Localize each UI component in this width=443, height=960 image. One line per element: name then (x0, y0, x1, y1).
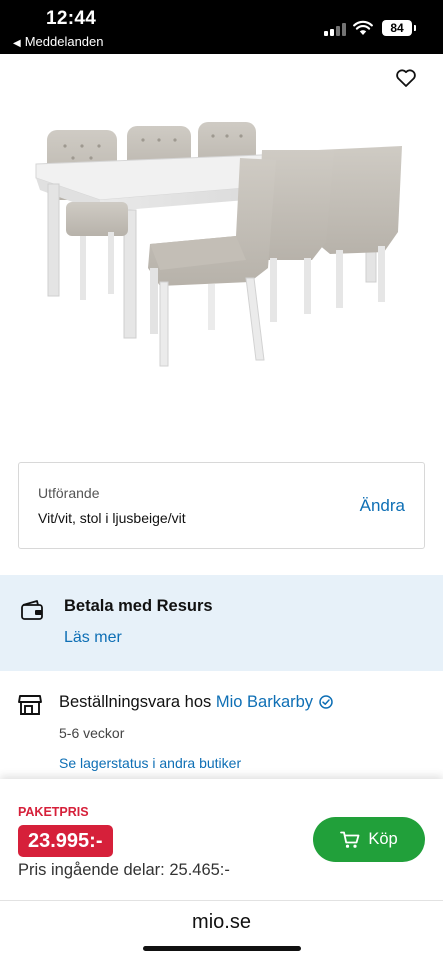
buy-button-label: Köp (368, 830, 398, 848)
store-name-link[interactable]: Mio Barkarby (216, 693, 313, 711)
back-to-app-link[interactable]: ◀ Meddelanden (13, 34, 104, 49)
browser-url-bar[interactable]: mio.se (0, 900, 443, 960)
back-arrow-icon: ◀ (13, 38, 21, 49)
payment-info-panel: Betala med Resurs Läs mer (0, 575, 443, 671)
parts-price: Pris ingående delar: 25.465:- (18, 861, 230, 879)
variant-selector[interactable]: Utförande Vit/vit, stol i ljusbeige/vit … (18, 462, 425, 549)
store-availability: Beställningsvara hos Mio Barkarby (59, 693, 333, 712)
wifi-icon (353, 20, 373, 35)
cellular-signal-icon (324, 23, 346, 36)
battery-icon: 84 (382, 20, 416, 36)
heart-icon[interactable] (394, 66, 418, 90)
home-indicator[interactable] (143, 946, 301, 951)
variant-label: Utförande (38, 485, 100, 501)
dining-set-illustration (35, 122, 402, 367)
read-more-link[interactable]: Läs mer (64, 629, 122, 647)
delivery-time: 5-6 veckor (59, 725, 125, 741)
cart-icon (340, 831, 360, 848)
stock-status-link[interactable]: Se lagerstatus i andra butiker (59, 755, 241, 771)
back-app-label: Meddelanden (24, 34, 104, 49)
verified-check-icon (319, 695, 333, 709)
status-time: 12:44 (46, 8, 97, 29)
change-variant-link[interactable]: Ändra (360, 496, 405, 516)
product-image[interactable] (0, 54, 443, 434)
buy-button[interactable]: Köp (313, 817, 425, 862)
package-price-label: PAKETPRIS (18, 805, 89, 819)
payment-title: Betala med Resurs (64, 597, 213, 615)
variant-value: Vit/vit, stol i ljusbeige/vit (38, 510, 186, 526)
availability-prefix: Beställningsvara hos (59, 693, 216, 711)
wallet-icon (21, 600, 43, 620)
price-bar: PAKETPRIS 23.995:- Pris ingående delar: … (0, 779, 443, 900)
store-icon (18, 695, 42, 715)
status-bar: 12:44 ◀ Meddelanden 84 (0, 0, 443, 54)
url-text: mio.se (192, 911, 251, 933)
price-badge: 23.995:- (18, 825, 113, 857)
